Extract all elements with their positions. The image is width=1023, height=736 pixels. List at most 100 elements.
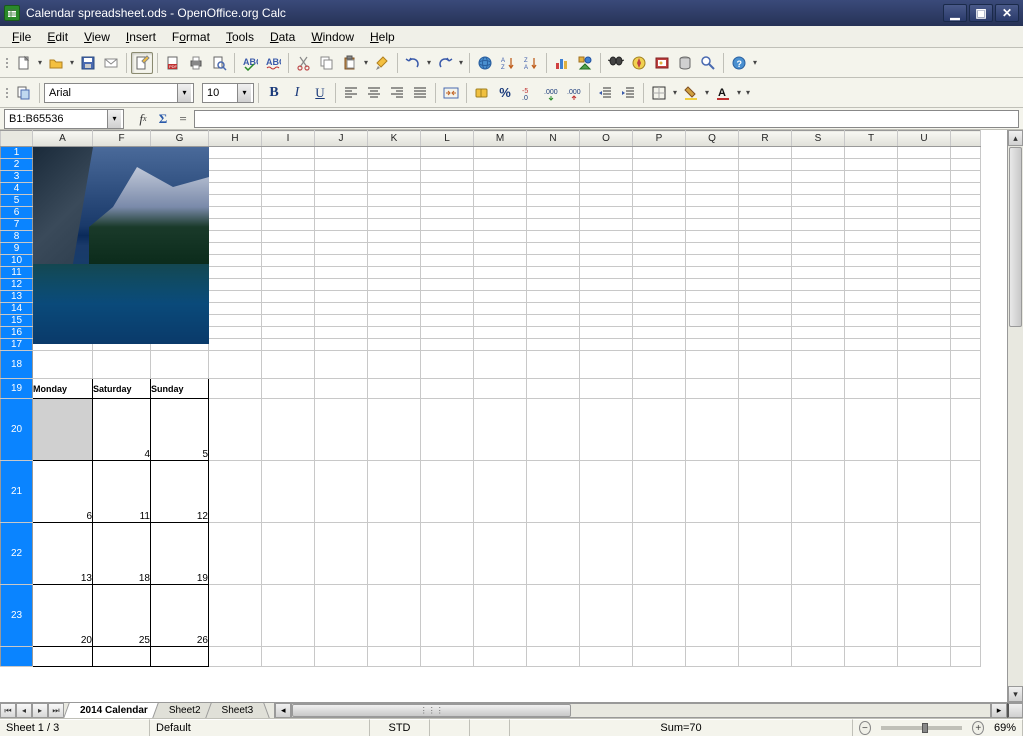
cell[interactable] xyxy=(686,351,739,379)
row-header[interactable]: 10 xyxy=(1,255,33,267)
cut-button[interactable] xyxy=(293,52,315,74)
sum-button[interactable]: Σ xyxy=(154,110,172,128)
row-header[interactable]: 6 xyxy=(1,207,33,219)
row-header[interactable]: 15 xyxy=(1,315,33,327)
cell[interactable] xyxy=(739,585,792,647)
scroll-thumb[interactable] xyxy=(1009,147,1022,327)
cell[interactable] xyxy=(845,461,898,523)
column-header[interactable]: I xyxy=(262,131,315,147)
column-header[interactable]: J xyxy=(315,131,368,147)
cell[interactable]: 13 xyxy=(33,523,93,585)
row-header[interactable]: 7 xyxy=(1,219,33,231)
cell[interactable]: 26 xyxy=(151,585,209,647)
paste-dropdown[interactable]: ▾ xyxy=(362,58,370,67)
cell[interactable] xyxy=(33,351,93,379)
cell[interactable] xyxy=(262,461,315,523)
cell[interactable]: Saturday xyxy=(93,379,151,399)
cell[interactable] xyxy=(845,523,898,585)
column-header[interactable]: Q xyxy=(686,131,739,147)
column-header[interactable]: U xyxy=(898,131,951,147)
row-header[interactable]: 23 xyxy=(1,585,33,647)
find-button[interactable] xyxy=(605,52,627,74)
bgcolor-dropdown[interactable]: ▾ xyxy=(703,88,711,97)
zoom-out-button[interactable]: − xyxy=(859,721,871,735)
cell[interactable] xyxy=(792,461,845,523)
cell[interactable] xyxy=(845,351,898,379)
spreadsheet-grid[interactable]: AFGHIJKLMNOPQRSTU12345678910111213141516… xyxy=(0,130,1023,702)
tab-first-button[interactable]: ⏮ xyxy=(0,703,16,718)
row-header[interactable]: 11 xyxy=(1,267,33,279)
cell[interactable] xyxy=(580,351,633,379)
cell[interactable] xyxy=(368,585,421,647)
cell[interactable] xyxy=(686,379,739,399)
borders-dropdown[interactable]: ▾ xyxy=(671,88,679,97)
menu-tools[interactable]: Tools xyxy=(218,28,262,46)
row-header[interactable]: 1 xyxy=(1,147,33,159)
cell[interactable] xyxy=(739,379,792,399)
cell[interactable]: 25 xyxy=(93,585,151,647)
bold-button[interactable]: B xyxy=(263,82,285,104)
open-dropdown[interactable]: ▾ xyxy=(68,58,76,67)
scroll-left-button[interactable]: ◂ xyxy=(275,703,291,718)
fontcolor-dropdown[interactable]: ▾ xyxy=(735,88,743,97)
paste-button[interactable] xyxy=(339,52,361,74)
cell[interactable] xyxy=(368,399,421,461)
column-header[interactable]: G xyxy=(151,131,209,147)
spellcheck-button[interactable]: ABC xyxy=(239,52,261,74)
cell[interactable]: 11 xyxy=(93,461,151,523)
cell[interactable] xyxy=(527,461,580,523)
add-decimal-button[interactable]: .000 xyxy=(540,82,562,104)
cell[interactable] xyxy=(474,585,527,647)
cell[interactable] xyxy=(686,461,739,523)
cell[interactable] xyxy=(315,523,368,585)
cell[interactable] xyxy=(421,379,474,399)
cell[interactable] xyxy=(898,523,951,585)
cell[interactable]: 4 xyxy=(93,399,151,461)
hyperlink-button[interactable] xyxy=(474,52,496,74)
zoom-button[interactable] xyxy=(697,52,719,74)
row-header[interactable]: 18 xyxy=(1,351,33,379)
status-mode[interactable]: STD xyxy=(370,719,430,736)
maximize-button[interactable]: ▣ xyxy=(969,4,993,22)
name-box-input[interactable] xyxy=(5,110,107,128)
menu-insert[interactable]: Insert xyxy=(118,28,164,46)
toolbar-handle[interactable] xyxy=(4,52,10,74)
cell[interactable] xyxy=(580,461,633,523)
cell[interactable] xyxy=(315,461,368,523)
cell[interactable] xyxy=(633,399,686,461)
cell[interactable] xyxy=(792,351,845,379)
cell[interactable] xyxy=(739,523,792,585)
scroll-up-button[interactable]: ▴ xyxy=(1008,130,1023,146)
tab-last-button[interactable]: ⏭ xyxy=(48,703,64,718)
cell[interactable] xyxy=(421,351,474,379)
bgcolor-button[interactable] xyxy=(680,82,702,104)
column-header[interactable]: A xyxy=(33,131,93,147)
row-header[interactable]: 16 xyxy=(1,327,33,339)
cell[interactable] xyxy=(474,351,527,379)
cell[interactable] xyxy=(898,585,951,647)
name-box[interactable]: ▾ xyxy=(4,109,124,129)
underline-button[interactable]: U xyxy=(309,82,331,104)
cell[interactable] xyxy=(209,379,262,399)
row-header[interactable]: 5 xyxy=(1,195,33,207)
undo-dropdown[interactable]: ▾ xyxy=(425,58,433,67)
export-pdf-button[interactable]: PDF xyxy=(162,52,184,74)
tab-prev-button[interactable]: ◂ xyxy=(16,703,32,718)
cell[interactable] xyxy=(633,379,686,399)
status-sum[interactable]: Sum=70 xyxy=(510,719,853,736)
column-header[interactable]: H xyxy=(209,131,262,147)
column-header[interactable]: L xyxy=(421,131,474,147)
font-name-drop[interactable]: ▾ xyxy=(177,84,191,102)
cell[interactable] xyxy=(633,461,686,523)
email-button[interactable] xyxy=(100,52,122,74)
cell[interactable]: Monday xyxy=(33,379,93,399)
sheet-tab-2[interactable]: Sheet2 xyxy=(159,703,212,718)
decrease-indent-button[interactable] xyxy=(594,82,616,104)
cell[interactable] xyxy=(474,523,527,585)
cell[interactable] xyxy=(845,585,898,647)
fontcolor-button[interactable]: A xyxy=(712,82,734,104)
cell[interactable] xyxy=(368,461,421,523)
font-size-drop[interactable]: ▾ xyxy=(237,84,251,102)
italic-button[interactable]: I xyxy=(286,82,308,104)
cell[interactable] xyxy=(898,461,951,523)
